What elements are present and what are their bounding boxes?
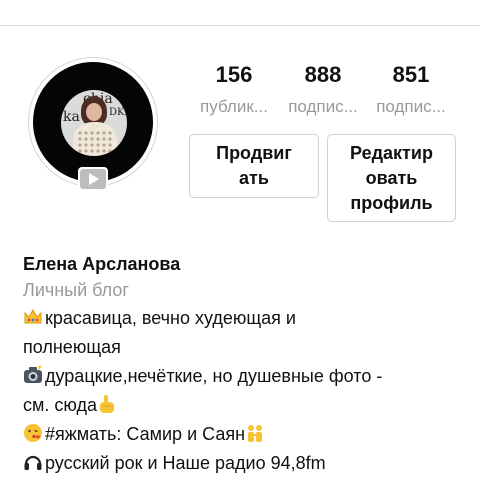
stat-posts[interactable]: 156 публик...: [190, 62, 278, 118]
promote-button[interactable]: Продвиг ать: [189, 134, 319, 198]
photo-person-face: [86, 103, 102, 121]
profile-category: Личный блог: [23, 280, 129, 300]
profile-bio: Елена Арсланова Личный блог красавица, в…: [23, 252, 463, 478]
promote-button-label-1: Продвиг: [216, 143, 292, 163]
headphones-icon: [24, 455, 42, 470]
camera-flash-icon: [24, 366, 42, 383]
stat-followers-count: 888: [304, 62, 342, 87]
crown-icon: [24, 308, 42, 324]
bio-line: красавица, вечно худеющая и: [23, 304, 463, 333]
bio-line: русский рок и Наше радио 94,8fm: [23, 449, 463, 478]
stat-posts-label: публик...: [200, 97, 268, 116]
boy-and-girl-icon: [248, 425, 263, 442]
bio-line: дурацкие,нечёткие, но душевные фото -: [23, 362, 463, 391]
avatar-photo-text-right: DKEN: [109, 107, 127, 118]
profile-name: Елена Арсланова: [23, 254, 181, 274]
avatar-photo-text-left: ka: [63, 109, 80, 125]
photo-dress-pattern: [77, 130, 113, 156]
bio-line: #яжмать: Самир и Саян: [23, 420, 463, 449]
kissing-face-icon: [24, 424, 42, 442]
avatar-photo: chia ka DKEN: [61, 90, 127, 156]
edit-profile-label-1: Редактир: [350, 142, 433, 163]
stat-followers-label: подпис...: [288, 97, 358, 116]
edit-profile-label-2: овать: [365, 167, 418, 188]
edit-profile-button[interactable]: Редактир овать профиль: [327, 134, 456, 222]
pointing-hand-icon: [100, 395, 114, 413]
bio-line: полнеющая: [23, 337, 121, 357]
stat-followers[interactable]: 888 подпис...: [279, 62, 367, 118]
top-divider: [0, 25, 480, 26]
promote-button-label-2: ать: [239, 168, 269, 188]
edit-profile-label-3: профиль: [350, 192, 433, 213]
video-badge: [78, 167, 108, 191]
play-icon: [89, 173, 99, 185]
stat-following-label: подпис...: [376, 97, 446, 116]
bio-line: см. сюда: [23, 391, 463, 420]
profile-page: chia ka DKEN 156 публик... 888 подпис...…: [0, 0, 480, 480]
stat-following[interactable]: 851 подпис...: [367, 62, 455, 118]
avatar-story-ring: chia ka DKEN: [33, 62, 153, 182]
stat-posts-count: 156: [215, 62, 253, 87]
stat-following-count: 851: [392, 62, 430, 87]
